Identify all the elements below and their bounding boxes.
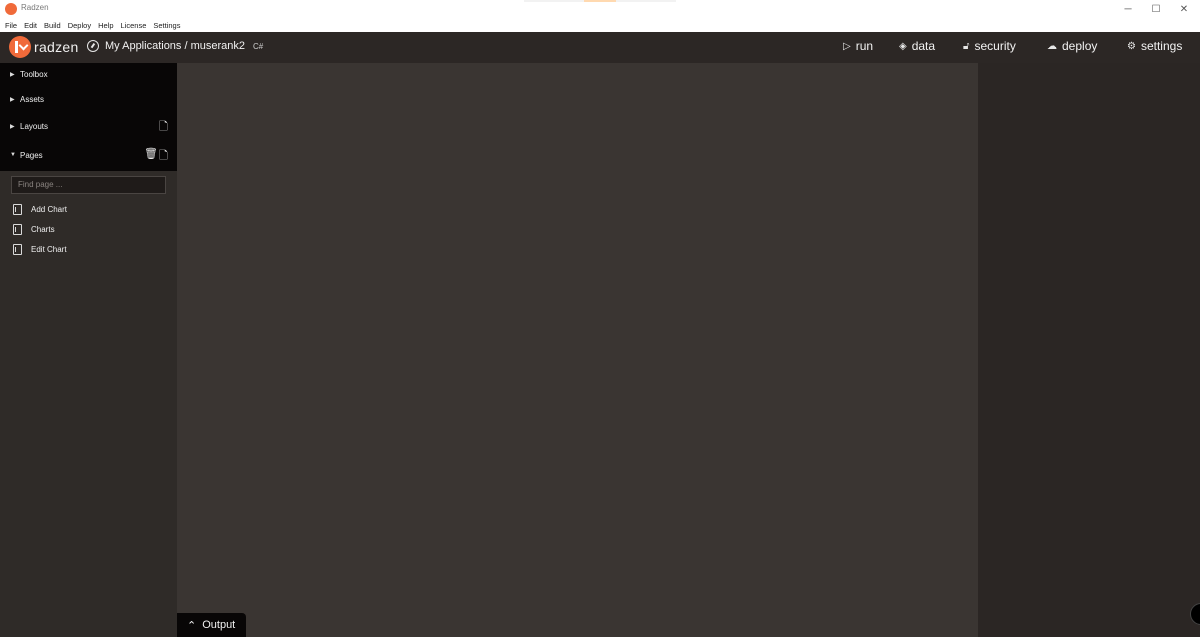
output-tab[interactable]: ⌃ Output — [177, 613, 246, 637]
page-label: Edit Chart — [31, 245, 67, 254]
gear-icon: ⚙ — [1127, 40, 1136, 52]
nav-settings[interactable]: ⚙ settings — [1127, 39, 1182, 53]
page-icon — [13, 244, 22, 255]
page-icon — [13, 204, 22, 215]
chevron-up-icon: ⌃ — [187, 619, 197, 632]
nav-data-label: data — [911, 39, 936, 53]
caret-right-icon: ▶ — [10, 72, 15, 78]
add-page-icon[interactable]: 🗋 — [159, 147, 168, 166]
page-icon — [13, 224, 22, 235]
properties-panel — [978, 63, 1200, 637]
app-topbar: radzen My Applications / muserank2 C# ▷ … — [0, 32, 1200, 63]
menu-bar: File Edit Build Deploy Help License Sett… — [0, 19, 1200, 32]
titlebar-accent — [524, 0, 676, 2]
dashboard-icon — [87, 40, 99, 52]
nav-run-label: run — [855, 39, 874, 53]
page-label: Add Chart — [31, 205, 68, 214]
section-label: Layouts — [20, 122, 49, 131]
page-label: Charts — [31, 225, 55, 234]
section-assets[interactable]: ▶ Assets — [0, 88, 177, 113]
lock-icon: 🔓︎ — [963, 40, 970, 52]
nav-run[interactable]: ▷ run — [843, 39, 873, 53]
section-layouts[interactable]: ▶ Layouts 🗋 — [0, 113, 177, 141]
brand[interactable]: radzen — [9, 36, 79, 58]
menu-build[interactable]: Build — [44, 19, 61, 32]
page-item-add-chart[interactable]: Add Chart — [13, 204, 67, 215]
menu-license[interactable]: License — [121, 19, 147, 32]
menu-file[interactable]: File — [5, 19, 17, 32]
output-label: Output — [202, 619, 236, 631]
menu-deploy[interactable]: Deploy — [68, 19, 91, 32]
layers-icon: ◈ — [899, 40, 907, 52]
add-layout-icon[interactable]: 🗋 — [159, 118, 168, 137]
caret-down-icon: ▼ — [10, 152, 16, 158]
sidebar: ▶ Toolbox ▶ Assets ▶ Layouts 🗋 ▼ Pages 🗑… — [0, 63, 177, 637]
maximize-button[interactable]: ☐ — [1142, 0, 1170, 19]
caret-right-icon: ▶ — [10, 124, 15, 130]
menu-settings[interactable]: Settings — [153, 19, 180, 32]
trash-icon[interactable]: 🗑 — [144, 147, 158, 160]
nav-data[interactable]: ◈ data — [899, 39, 935, 53]
breadcrumb-text: My Applications / muserank2 — [105, 40, 246, 52]
close-button[interactable]: ✕ — [1170, 0, 1198, 19]
menu-help[interactable]: Help — [98, 19, 113, 32]
minimize-button[interactable]: ─ — [1114, 0, 1142, 19]
section-pages[interactable]: ▼ Pages 🗑 🗋 — [0, 141, 177, 171]
window-titlebar: Radzen ─ ☐ ✕ — [0, 0, 1200, 20]
page-item-charts[interactable]: Charts — [13, 224, 55, 235]
play-icon: ▷ — [843, 40, 851, 52]
menu-edit[interactable]: Edit — [24, 19, 37, 32]
radzen-logo-icon — [9, 36, 31, 58]
csharp-badge: C# — [253, 41, 264, 51]
section-label: Assets — [20, 95, 45, 104]
breadcrumb[interactable]: My Applications / muserank2 C# — [87, 40, 263, 52]
nav-security-label: security — [974, 39, 1016, 53]
nav-deploy[interactable]: ☁ deploy — [1047, 39, 1097, 53]
brand-name: radzen — [34, 39, 79, 55]
cloud-upload-icon: ☁ — [1047, 40, 1057, 52]
section-toolbox[interactable]: ▶ Toolbox — [0, 63, 177, 88]
nav-deploy-label: deploy — [1062, 39, 1098, 53]
find-page-input[interactable]: Find page ... — [11, 176, 166, 194]
section-label: Toolbox — [20, 70, 48, 79]
nav-security[interactable]: 🔓︎ security — [963, 39, 1016, 53]
section-label: Pages — [20, 151, 43, 160]
caret-right-icon: ▶ — [10, 97, 15, 103]
page-item-edit-chart[interactable]: Edit Chart — [13, 244, 67, 255]
design-canvas[interactable] — [177, 63, 978, 637]
window-title: Radzen — [21, 3, 49, 12]
radzen-logo-icon — [5, 3, 17, 15]
nav-settings-label: settings — [1140, 39, 1183, 53]
